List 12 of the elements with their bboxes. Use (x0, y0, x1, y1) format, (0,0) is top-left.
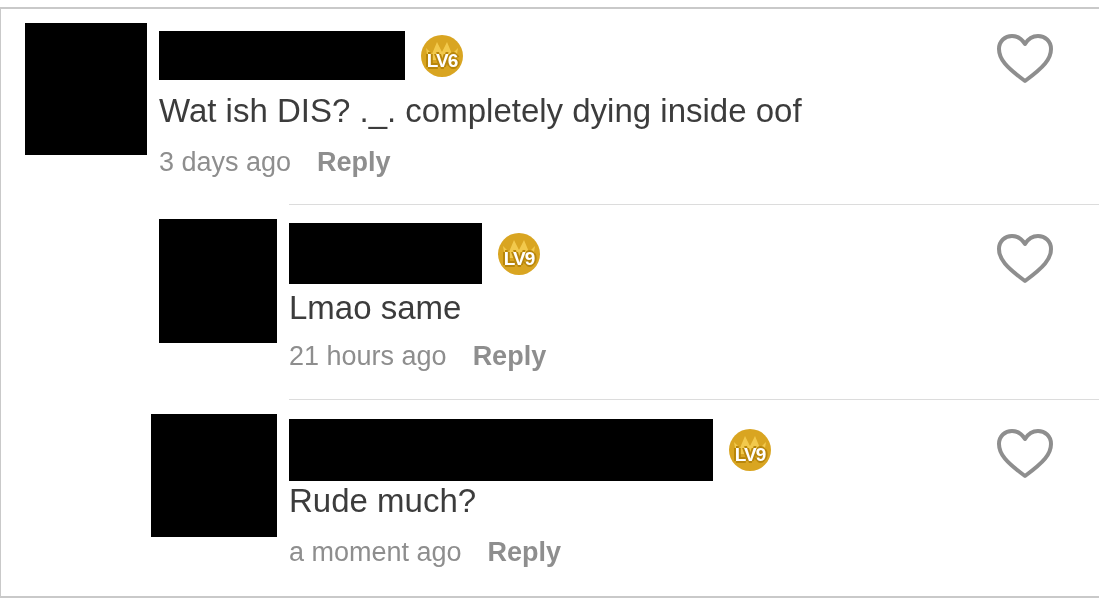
comment-text: Wat ish DIS? ._. completely dying inside oof (159, 91, 803, 131)
reply-link[interactable]: Reply (317, 146, 391, 178)
like-heart-icon[interactable] (996, 33, 1054, 85)
reply-link[interactable]: Reply (487, 536, 562, 568)
timestamp: 3 days ago (159, 146, 292, 178)
timestamp: 21 hours ago (289, 340, 447, 372)
like-heart-icon[interactable] (996, 428, 1054, 480)
comment-text: Rude much? (289, 481, 478, 521)
comment-text: Lmao same (289, 288, 463, 328)
timestamp: a moment ago (289, 536, 462, 568)
reply-link[interactable]: Reply (472, 340, 547, 372)
like-heart-icon[interactable] (996, 233, 1054, 285)
